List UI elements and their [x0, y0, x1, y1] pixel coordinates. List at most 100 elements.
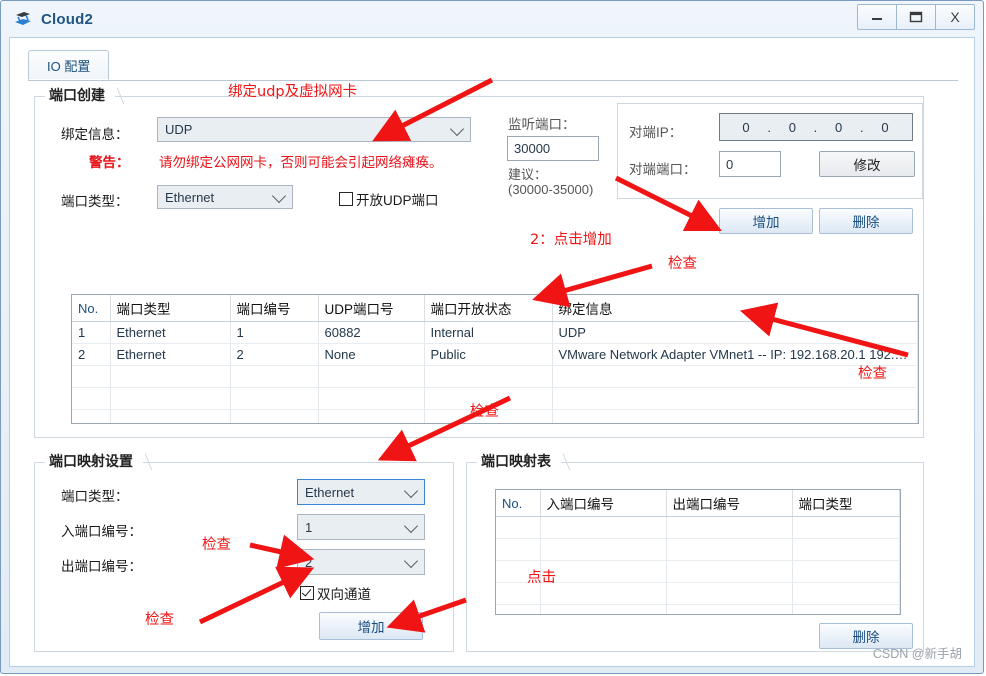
watermark: CSDN @新手胡 [872, 647, 962, 661]
suggest-label: 建议： [508, 167, 548, 182]
maximize-button[interactable] [896, 4, 936, 30]
screenshot-root: Cloud2 X IO 配置 端口创建 绑定信息： UDP 警告： 请勿绑定公网… [0, 0, 986, 676]
annotation-check-vmware-row: 检查 [858, 366, 887, 382]
port-mapping-table-group: 端口映射表 No. 入端口编号 出端口编号 端口类型 删除 [466, 451, 924, 652]
annotation-check-mapping-settings: 检查 [470, 404, 499, 420]
modify-button[interactable]: 修改 [819, 151, 915, 177]
port-mapping-table[interactable]: No. 入端口编号 出端口编号 端口类型 [495, 489, 901, 615]
title-bar: Cloud2 X [1, 1, 983, 37]
peer-ip-dot: . [859, 119, 865, 135]
bind-info-label: 绑定信息： [61, 127, 129, 142]
port-table-header-port-number: 端口编号 [230, 295, 319, 322]
port-mapping-settings-title: 端口映射设置 [45, 451, 153, 471]
mapping-port-type-label: 端口类型： [61, 489, 129, 504]
chevron-down-icon [271, 188, 287, 204]
add-port-button[interactable]: 增加 [719, 208, 813, 234]
annotation-bind-udp-nic: 绑定udp及虚拟网卡 [228, 84, 358, 100]
out-port-combo[interactable]: 2 [297, 549, 425, 575]
client-area: IO 配置 端口创建 绑定信息： UDP 警告： 请勿绑定公网网卡，否则可能会引… [9, 37, 975, 667]
in-port-combo[interactable]: 1 [297, 514, 425, 540]
checkbox-box [339, 192, 353, 206]
tab-strip: IO 配置 [28, 50, 958, 81]
table-row-empty[interactable] [72, 365, 918, 388]
annotation-check-duplex: 检查 [145, 612, 174, 628]
cell-open-state: Public [424, 343, 553, 366]
table-row-empty[interactable] [496, 538, 900, 561]
port-table-header-port-type: 端口类型 [110, 295, 231, 322]
peer-ip-octet-3: 0 [835, 119, 844, 135]
peer-ip-octet-1: 0 [742, 119, 751, 135]
chevron-down-icon [403, 483, 419, 499]
peer-port-input[interactable]: 0 [719, 151, 781, 177]
port-mapping-table-title: 端口映射表 [477, 451, 571, 471]
peer-port-label: 对端端口： [629, 162, 697, 177]
mapping-header-out-port: 出端口编号 [666, 490, 793, 517]
peer-ip-input[interactable]: 0 . 0 . 0 . 0 [719, 113, 913, 141]
table-row-empty[interactable] [496, 604, 900, 614]
listen-port-label: 监听端口： [508, 117, 576, 132]
table-row[interactable]: 1 Ethernet 1 60882 Internal UDP [72, 321, 918, 344]
port-create-group: 端口创建 绑定信息： UDP 警告： 请勿绑定公网网卡，否则可能会引起网络瘫痪。… [34, 85, 924, 438]
annotation-check-out-port: 检查 [202, 537, 231, 553]
port-table-header-no: No. [72, 295, 111, 322]
in-port-label: 入端口编号： [61, 524, 142, 539]
tab-io-config[interactable]: IO 配置 [28, 50, 110, 80]
port-table-header-bind-info: 绑定信息 [552, 295, 918, 322]
duplex-channel-checkbox[interactable]: 双向通道 [300, 583, 371, 603]
port-type-combo[interactable]: Ethernet [157, 185, 293, 209]
cell-port-number: 1 [230, 321, 319, 344]
add-mapping-button[interactable]: 增加 [319, 612, 423, 640]
peer-ip-dot: . [767, 119, 772, 135]
cell-port-type: Ethernet [110, 343, 231, 366]
warning-text: 请勿绑定公网网卡，否则可能会引起网络瘫痪。 [159, 155, 443, 170]
table-row-empty[interactable] [496, 560, 900, 583]
mapping-header-in-port: 入端口编号 [540, 490, 667, 517]
open-udp-port-label: 开放UDP端口 [356, 193, 439, 208]
mapping-port-type-combo[interactable]: Ethernet [297, 479, 425, 505]
delete-port-button[interactable]: 删除 [819, 208, 913, 234]
application-window: Cloud2 X IO 配置 端口创建 绑定信息： UDP 警告： 请勿绑定公网… [0, 0, 984, 674]
close-button[interactable]: X [935, 4, 975, 30]
port-table-header-open-state: 端口开放状态 [424, 295, 553, 322]
cell-open-state: Internal [424, 321, 553, 344]
port-type-label: 端口类型： [61, 194, 129, 209]
port-table-header-row: No. 端口类型 端口编号 UDP端口号 端口开放状态 绑定信息 [72, 295, 918, 322]
table-row-empty[interactable] [496, 516, 900, 539]
listen-port-input[interactable]: 30000 [507, 136, 599, 161]
cell-udp-port: None [318, 343, 425, 366]
out-port-label: 出端口编号： [61, 559, 142, 574]
duplex-channel-label: 双向通道 [317, 587, 371, 602]
annotation-click-mapping-table: 点击 [527, 570, 556, 586]
cell-port-type: Ethernet [110, 321, 231, 344]
window-controls: X [857, 4, 975, 30]
window-title: Cloud2 [41, 10, 94, 28]
peer-ip-octet-4: 0 [881, 119, 890, 135]
bind-info-combo[interactable]: UDP [157, 117, 471, 142]
port-mapping-settings-group: 端口映射设置 端口类型： Ethernet 入端口编号： 1 出端口编号： 2 [34, 451, 454, 652]
warning-label: 警告： [89, 155, 130, 170]
suggest-range: (30000-35000) [508, 182, 594, 197]
port-create-group-title: 端口创建 [45, 85, 125, 105]
table-row-empty[interactable] [496, 582, 900, 605]
peer-ip-dot: . [813, 119, 819, 135]
mapping-header-no: No. [496, 490, 541, 517]
cell-no: 2 [72, 343, 111, 366]
cell-no: 1 [72, 321, 111, 344]
table-row[interactable]: 2 Ethernet 2 None Public VMware Network … [72, 343, 918, 366]
open-udp-port-checkbox[interactable]: 开放UDP端口 [339, 189, 439, 209]
port-mapping-table-grid: No. 入端口编号 出端口编号 端口类型 [496, 490, 900, 614]
minimize-button[interactable] [857, 4, 897, 30]
peer-ip-label: 对端IP： [629, 125, 683, 140]
annotation-check-bind-info: 检查 [668, 256, 697, 272]
annotation-click-add: 2：点击增加 [530, 232, 612, 248]
chevron-down-icon [449, 121, 465, 136]
cell-port-number: 2 [230, 343, 319, 366]
chevron-down-icon [403, 553, 419, 569]
mapping-table-header-row: No. 入端口编号 出端口编号 端口类型 [496, 490, 900, 517]
cloud-device-icon [13, 9, 33, 29]
cell-udp-port: 60882 [318, 321, 425, 344]
port-table-header-udp-port: UDP端口号 [318, 295, 425, 322]
checkbox-box [300, 586, 314, 600]
mapping-header-port-type: 端口类型 [792, 490, 900, 517]
chevron-down-icon [403, 518, 419, 534]
